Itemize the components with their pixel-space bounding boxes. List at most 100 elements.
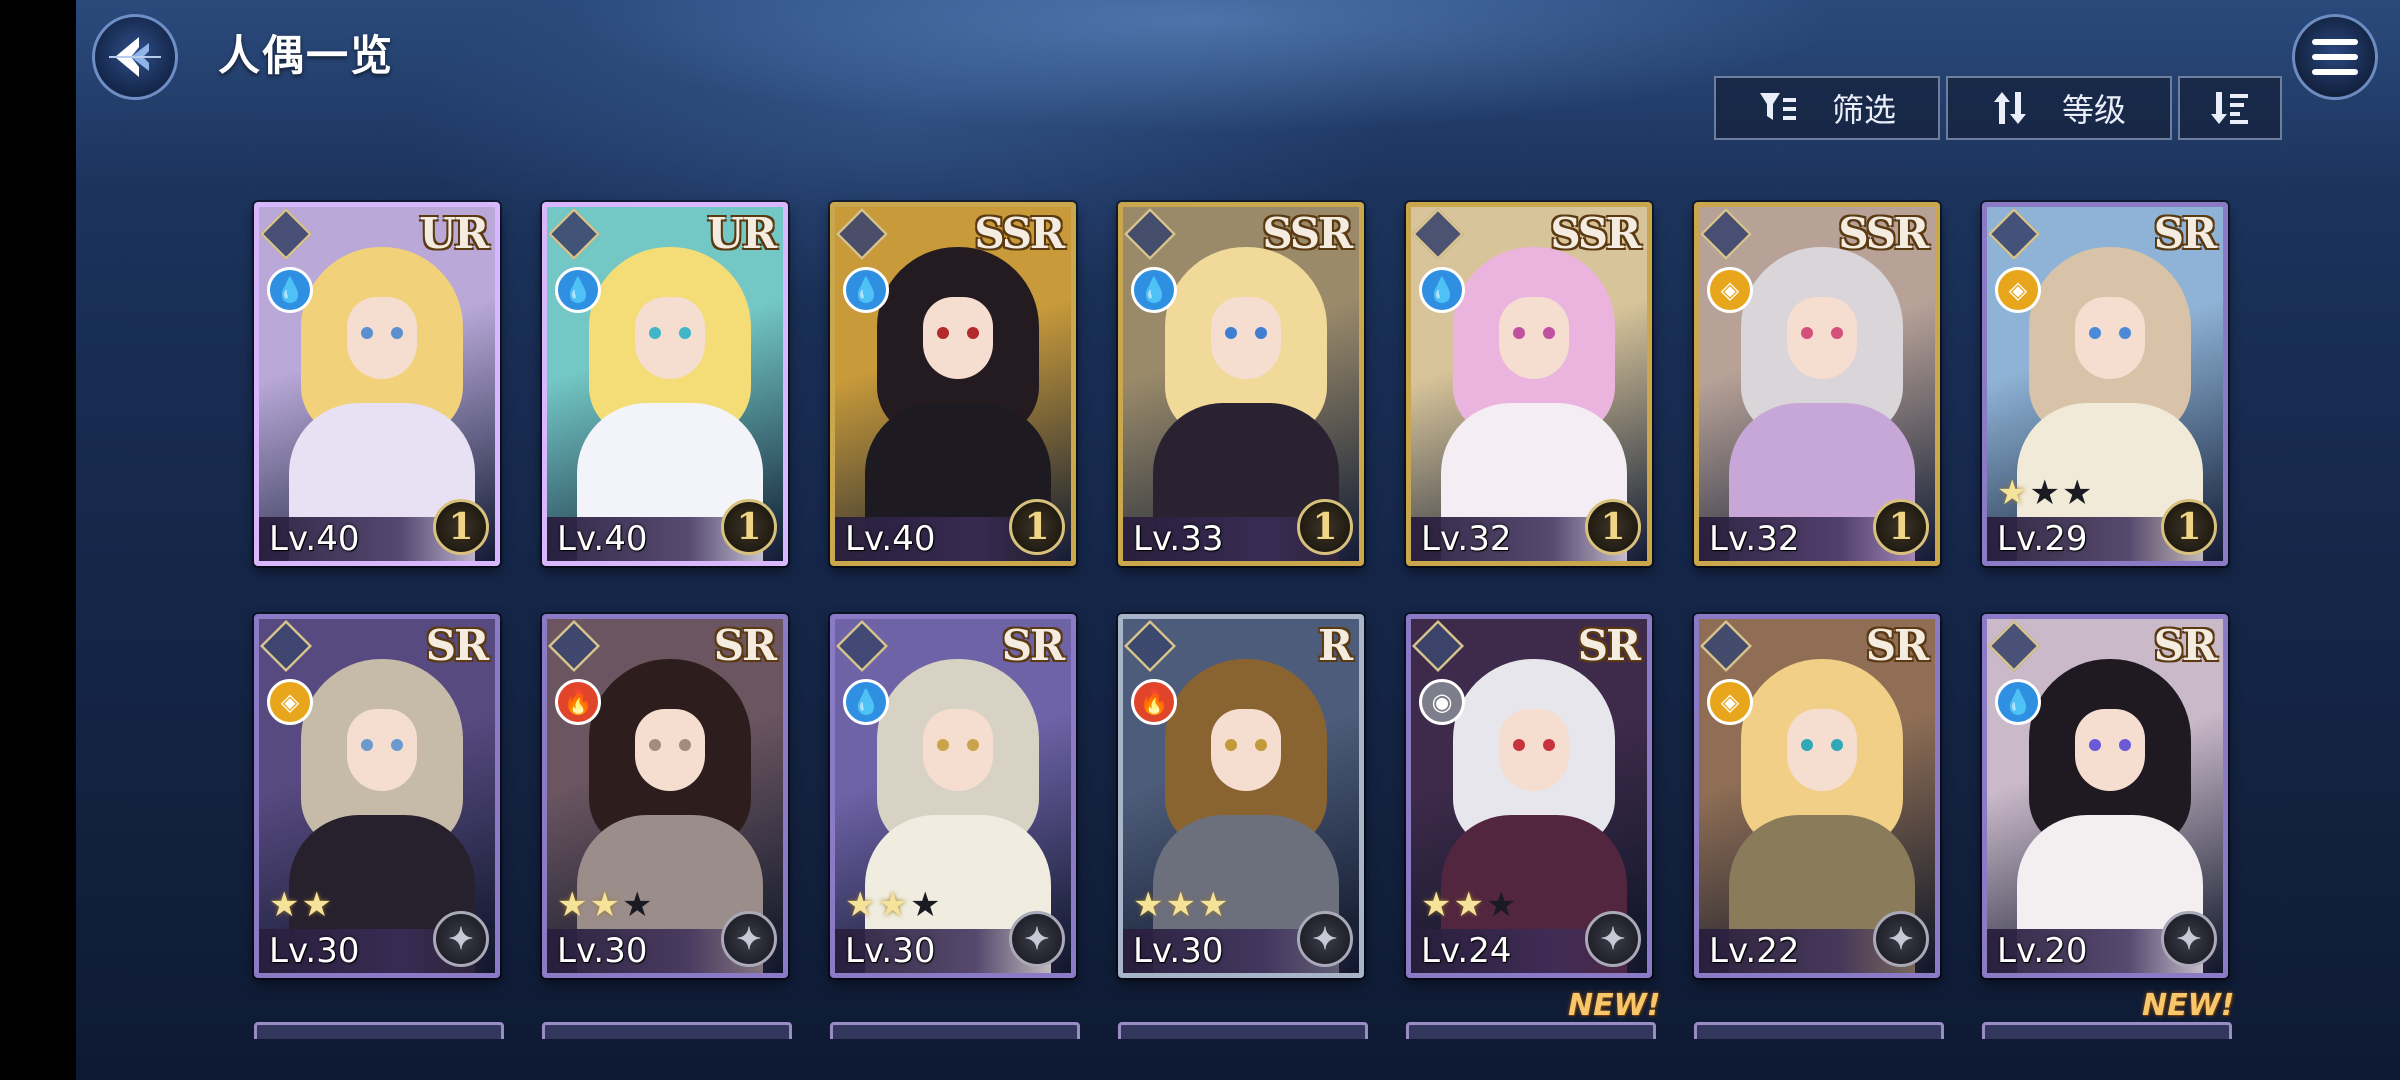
star-icon: ★ [877, 885, 910, 925]
star-rating: ★★★ [1421, 885, 1518, 925]
level-label: Lv.32 [1421, 519, 1512, 559]
rarity-label: SR [1577, 621, 1641, 670]
dark-element-icon: ◉ [1419, 679, 1465, 725]
wing-emblem-icon: ✦ [1873, 911, 1929, 967]
star-icon: ★ [1453, 885, 1486, 925]
level-label: Lv.40 [845, 519, 936, 559]
water-element-icon: 💧 [843, 267, 889, 313]
star-rating: ★★★ [845, 885, 942, 925]
doll-card[interactable]: 🔥 SR ★★★ Lv.30 ✦ [542, 614, 788, 978]
light-element-icon: ◈ [1995, 267, 2041, 313]
wing-emblem-icon: ✦ [721, 911, 777, 967]
rarity-label: SR [713, 621, 777, 670]
star-icon: ★ [1421, 885, 1454, 925]
doll-card[interactable]: 💧 SSR Lv.32 1 [1406, 202, 1652, 566]
doll-card-partial[interactable] [1982, 1022, 2232, 1039]
doll-card-partial[interactable] [1118, 1022, 1368, 1039]
level-label: Lv.30 [557, 931, 648, 971]
star-rating: ★★★ [1997, 473, 2094, 513]
light-element-icon: ◈ [267, 679, 313, 725]
star-icon: ★ [1165, 885, 1198, 925]
water-element-icon: 💧 [1419, 267, 1465, 313]
doll-card-partial[interactable] [830, 1022, 1080, 1039]
limit-break-badge: 1 [1009, 499, 1065, 555]
star-icon: ★ [1133, 885, 1166, 925]
star-rating: ★★ [269, 885, 334, 925]
doll-card[interactable]: ◈ SR ★★★ Lv.29 1 [1982, 202, 2228, 566]
wing-emblem-icon: ✦ [1585, 911, 1641, 967]
water-element-icon: 💧 [1131, 267, 1177, 313]
doll-card[interactable]: 💧 SSR Lv.40 1 [830, 202, 1076, 566]
doll-card[interactable]: 💧 SSR Lv.33 1 [1118, 202, 1364, 566]
star-icon: ★ [2061, 473, 2095, 513]
star-icon: ★ [2029, 473, 2062, 513]
fire-element-icon: 🔥 [1131, 679, 1177, 725]
level-label: Lv.30 [1133, 931, 1224, 971]
rarity-label: SR [425, 621, 489, 670]
level-label: Lv.40 [269, 519, 360, 559]
star-icon: ★ [909, 885, 943, 925]
star-icon: ★ [1485, 885, 1519, 925]
level-label: Lv.20 [1997, 931, 2088, 971]
star-rating: ★★★ [557, 885, 654, 925]
doll-card[interactable]: ◉ SR ★★★ Lv.24 ✦ [1406, 614, 1652, 978]
doll-card[interactable]: 💧 SR Lv.20 ✦ [1982, 614, 2228, 978]
doll-card-grid: 💧 UR Lv.40 1 💧 UR Lv.40 1 💧 SSR Lv.40 1 💧 SSR Lv.33… [0, 0, 2400, 1080]
doll-card-partial[interactable] [254, 1022, 504, 1039]
wing-emblem-icon: ✦ [1297, 911, 1353, 967]
doll-card[interactable]: 💧 UR Lv.40 1 [542, 202, 788, 566]
rarity-label: SR [1865, 621, 1929, 670]
doll-card[interactable]: ◈ SR Lv.22 ✦ [1694, 614, 1940, 978]
new-badge: NEW! [2142, 988, 2235, 1023]
doll-card-partial[interactable] [1694, 1022, 1944, 1039]
game-screen: 人偶一览 筛选 等级 💧 UR Lv.40 1 💧 UR Lv.40 1 💧 S… [0, 0, 2400, 1080]
rarity-label: SSR [1262, 209, 1353, 258]
new-badge: NEW! [1568, 988, 1661, 1023]
star-icon: ★ [269, 885, 302, 925]
level-label: Lv.32 [1709, 519, 1800, 559]
star-icon: ★ [1997, 473, 2030, 513]
level-label: Lv.24 [1421, 931, 1512, 971]
rarity-label: SSR [1550, 209, 1641, 258]
wing-emblem-icon: ✦ [2161, 911, 2217, 967]
level-label: Lv.30 [269, 931, 360, 971]
doll-card[interactable]: ◈ SR ★★ Lv.30 ✦ [254, 614, 500, 978]
water-element-icon: 💧 [555, 267, 601, 313]
star-icon: ★ [845, 885, 878, 925]
doll-card[interactable]: 💧 SR ★★★ Lv.30 ✦ [830, 614, 1076, 978]
level-label: Lv.40 [557, 519, 648, 559]
rarity-label: SR [2153, 621, 2217, 670]
doll-card[interactable]: 💧 UR Lv.40 1 [254, 202, 500, 566]
light-element-icon: ◈ [1707, 267, 1753, 313]
doll-card-partial[interactable] [542, 1022, 792, 1039]
rarity-label: SR [1001, 621, 1065, 670]
rarity-label: SSR [1838, 209, 1929, 258]
doll-card[interactable]: ◈ SSR Lv.32 1 [1694, 202, 1940, 566]
limit-break-badge: 1 [1585, 499, 1641, 555]
doll-card-partial[interactable] [1406, 1022, 1656, 1039]
rarity-label: SSR [974, 209, 1065, 258]
rarity-label: UR [419, 209, 489, 258]
wing-emblem-icon: ✦ [1009, 911, 1065, 967]
fire-element-icon: 🔥 [555, 679, 601, 725]
level-label: Lv.22 [1709, 931, 1800, 971]
rarity-label: R [1318, 621, 1353, 670]
star-icon: ★ [557, 885, 590, 925]
limit-break-badge: 1 [433, 499, 489, 555]
star-rating: ★★★ [1133, 885, 1230, 925]
level-label: Lv.29 [1997, 519, 2088, 559]
water-element-icon: 💧 [1995, 679, 2041, 725]
star-icon: ★ [301, 885, 334, 925]
rarity-label: SR [2153, 209, 2217, 258]
level-label: Lv.33 [1133, 519, 1224, 559]
limit-break-badge: 1 [2161, 499, 2217, 555]
limit-break-badge: 1 [721, 499, 777, 555]
wing-emblem-icon: ✦ [433, 911, 489, 967]
doll-card[interactable]: 🔥 R ★★★ Lv.30 ✦ [1118, 614, 1364, 978]
light-element-icon: ◈ [1707, 679, 1753, 725]
water-element-icon: 💧 [843, 679, 889, 725]
water-element-icon: 💧 [267, 267, 313, 313]
star-icon: ★ [589, 885, 622, 925]
limit-break-badge: 1 [1873, 499, 1929, 555]
star-icon: ★ [621, 885, 655, 925]
